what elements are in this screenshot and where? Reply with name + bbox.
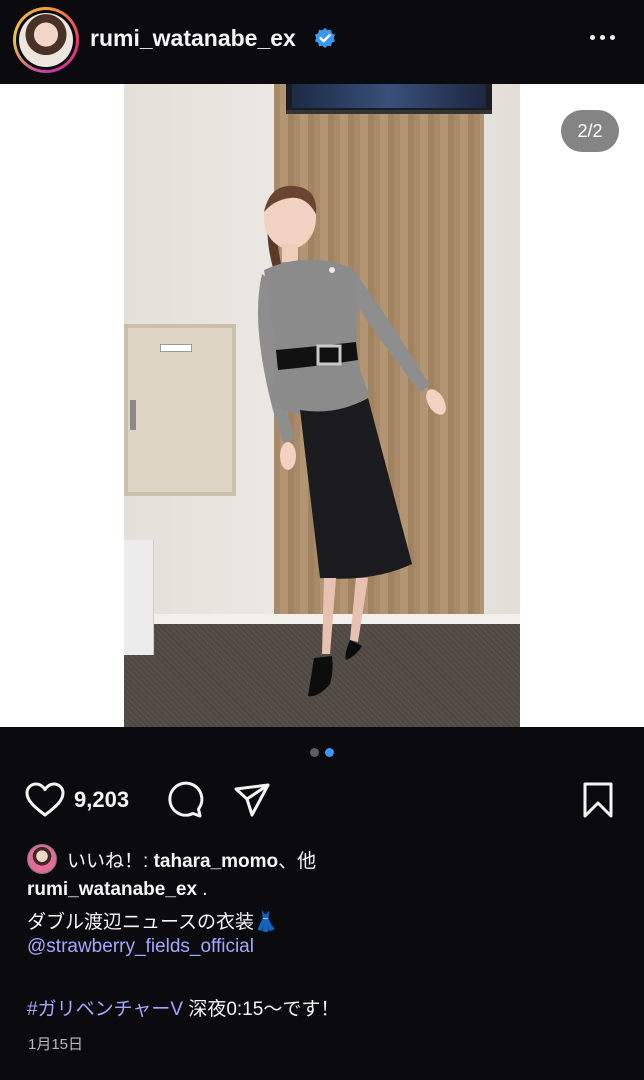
bookmark-outline-icon[interactable]	[580, 781, 616, 819]
carousel-indicator	[0, 748, 644, 757]
post-header: rumi_watanabe_ex	[0, 0, 644, 84]
liked-by-avatar[interactable]	[27, 844, 57, 874]
liked-by-prefix: いいね！:	[67, 850, 154, 872]
liked-by-row[interactable]: いいね！: tahara_momo、他	[27, 843, 316, 875]
story-ring[interactable]	[13, 7, 79, 73]
action-bar: 9,203	[0, 775, 644, 825]
carousel-dot-active	[325, 748, 334, 757]
post-photo	[124, 84, 520, 727]
verified-badge-icon	[315, 28, 335, 48]
caption-text: ダブル渡辺ニュースの衣装👗	[27, 912, 278, 933]
instagram-post: rumi_watanabe_ex 2/2 9,203 いいね！: tahara_…	[0, 0, 644, 1080]
slide-counter: 2/2	[561, 110, 619, 152]
liked-by-user[interactable]: tahara_momo	[154, 851, 279, 872]
caption-username-suffix: .	[197, 879, 208, 900]
heart-outline-icon[interactable]	[25, 781, 65, 819]
caption-hashline-text: 深夜0:15～です！	[183, 999, 340, 1020]
caption-hashtag-link[interactable]: #ガリベンチャーV	[27, 999, 183, 1020]
liked-by-suffix[interactable]: 、他	[278, 851, 316, 872]
avatar[interactable]	[19, 13, 73, 67]
post-media[interactable]	[0, 84, 644, 727]
username[interactable]: rumi_watanabe_ex	[90, 25, 296, 52]
woman-figure	[258, 185, 446, 697]
caption-username-line: rumi_watanabe_ex .	[27, 879, 208, 901]
ellipsis-horizontal-icon[interactable]	[590, 35, 615, 40]
caption-hashtag-line: #ガリベンチャーV 深夜0:15～です！	[27, 994, 339, 1021]
like-count[interactable]: 9,203	[74, 787, 129, 813]
caption-mention-link[interactable]: @strawberry_fields_official	[27, 936, 254, 958]
carousel-dot	[310, 748, 319, 757]
paper-plane-icon[interactable]	[232, 781, 272, 819]
caption-username[interactable]: rumi_watanabe_ex	[27, 879, 197, 900]
post-date: 1月15日	[28, 1036, 84, 1053]
speech-bubble-icon[interactable]	[164, 781, 204, 819]
